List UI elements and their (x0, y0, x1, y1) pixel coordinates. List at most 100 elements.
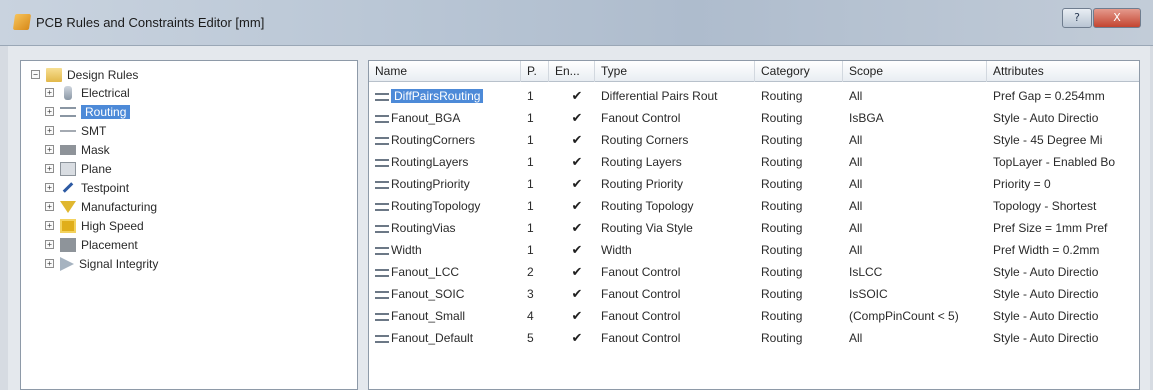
rule-type: Fanout Control (601, 265, 681, 279)
table-row[interactable]: RoutingTopology 1 ✔ Routing Topology Rou… (369, 195, 1139, 217)
table-row[interactable]: Fanout_Small 4 ✔ Fanout Control Routing … (369, 305, 1139, 327)
expand-icon[interactable]: + (45, 107, 54, 116)
rule-name: RoutingPriority (369, 173, 521, 195)
tree-item-routing[interactable]: + Routing (45, 102, 131, 121)
table-row[interactable]: Fanout_Default 5 ✔ Fanout Control Routin… (369, 327, 1139, 349)
electrical-icon (64, 85, 72, 100)
rule-category: Routing (761, 133, 803, 147)
rule-name-text: RoutingLayers (391, 155, 469, 169)
expand-icon[interactable]: + (45, 88, 54, 97)
checkmark-icon: ✔ (571, 309, 583, 324)
checkmark-icon: ✔ (571, 265, 583, 280)
enabled-checkbox[interactable]: ✔ (565, 107, 595, 129)
column-header-type[interactable]: Type (595, 61, 755, 82)
column-header-scope[interactable]: Scope (843, 61, 987, 82)
tree-item-label: SMT (81, 123, 107, 138)
enabled-checkbox[interactable]: ✔ (565, 195, 595, 217)
tree-item-electrical[interactable]: + Electrical (45, 83, 130, 102)
column-header-category[interactable]: Category (755, 61, 843, 82)
table-row[interactable]: Fanout_LCC 2 ✔ Fanout Control Routing Is… (369, 261, 1139, 283)
column-header-attributes[interactable]: Attributes (987, 61, 1139, 82)
expand-icon[interactable]: + (45, 145, 54, 154)
expand-icon[interactable]: + (45, 240, 54, 249)
rule-category: Routing (761, 243, 803, 257)
tree-item-manufacturing[interactable]: + Manufacturing (45, 197, 157, 216)
rule-name: Width (369, 239, 521, 261)
enabled-checkbox[interactable]: ✔ (565, 283, 595, 305)
help-button[interactable]: ? (1062, 8, 1092, 28)
rule-tree[interactable]: − Design Rules + Electrical + Routing + … (20, 60, 358, 390)
rule-icon (375, 268, 389, 277)
rule-name-text: Fanout_BGA (391, 111, 461, 125)
close-button[interactable]: X (1093, 8, 1141, 28)
rule-category: Routing (761, 287, 803, 301)
enabled-checkbox[interactable]: ✔ (565, 85, 595, 107)
table-row[interactable]: Fanout_SOIC 3 ✔ Fanout Control Routing I… (369, 283, 1139, 305)
rule-name: Fanout_Small (369, 305, 521, 327)
rule-scope: All (849, 331, 863, 345)
enabled-checkbox[interactable]: ✔ (565, 173, 595, 195)
enabled-checkbox[interactable]: ✔ (565, 261, 595, 283)
expand-icon[interactable]: + (45, 259, 54, 268)
tree-item-placement[interactable]: + Placement (45, 235, 138, 254)
rule-scope: IsBGA (849, 111, 884, 125)
table-row[interactable]: Width 1 ✔ Width Routing All Pref Width =… (369, 239, 1139, 261)
enabled-checkbox[interactable]: ✔ (565, 129, 595, 151)
rule-scope: All (849, 243, 863, 257)
expand-icon[interactable]: + (45, 202, 54, 211)
rule-name: Fanout_LCC (369, 261, 521, 283)
rule-priority: 1 (527, 199, 534, 213)
rule-category: Routing (761, 221, 803, 235)
expand-icon[interactable]: + (45, 126, 54, 135)
plane-icon (60, 161, 76, 176)
checkmark-icon: ✔ (571, 155, 583, 170)
expand-icon[interactable]: + (45, 221, 54, 230)
checkmark-icon: ✔ (571, 221, 583, 236)
folder-icon (46, 67, 62, 82)
column-header-enabled[interactable]: En... (549, 61, 595, 82)
table-row[interactable]: RoutingLayers 1 ✔ Routing Layers Routing… (369, 151, 1139, 173)
rule-name: RoutingLayers (369, 151, 521, 173)
tree-root[interactable]: − Design Rules (31, 65, 138, 84)
tree-item-high-speed[interactable]: + High Speed (45, 216, 144, 235)
tree-item-testpoint[interactable]: + Testpoint (45, 178, 129, 197)
rule-attributes: Pref Gap = 0.254mm (993, 89, 1105, 103)
rule-attributes: Priority = 0 (993, 177, 1051, 191)
table-row[interactable]: RoutingCorners 1 ✔ Routing Corners Routi… (369, 129, 1139, 151)
rules-grid[interactable]: Name P. En... Type Category Scope Attrib… (368, 60, 1140, 390)
rule-type: Routing Layers (601, 155, 682, 169)
enabled-checkbox[interactable]: ✔ (565, 239, 595, 261)
checkmark-icon: ✔ (571, 243, 583, 258)
rule-priority: 1 (527, 243, 534, 257)
tree-item-signal-integrity[interactable]: + Signal Integrity (45, 254, 158, 273)
table-row[interactable]: DiffPairsRouting 1 ✔ Differential Pairs … (369, 85, 1139, 107)
table-row[interactable]: Fanout_BGA 1 ✔ Fanout Control Routing Is… (369, 107, 1139, 129)
rule-category: Routing (761, 155, 803, 169)
rule-type: Routing Via Style (601, 221, 693, 235)
enabled-checkbox[interactable]: ✔ (565, 305, 595, 327)
tree-item-label: Plane (81, 161, 112, 176)
rule-priority: 1 (527, 177, 534, 191)
enabled-checkbox[interactable]: ✔ (565, 327, 595, 349)
rule-icon (375, 202, 389, 211)
expand-icon[interactable]: + (45, 164, 54, 173)
enabled-checkbox[interactable]: ✔ (565, 217, 595, 239)
table-row[interactable]: RoutingVias 1 ✔ Routing Via Style Routin… (369, 217, 1139, 239)
table-row[interactable]: RoutingPriority 1 ✔ Routing Priority Rou… (369, 173, 1139, 195)
rule-icon (375, 224, 389, 233)
tree-item-label: Mask (81, 142, 110, 157)
enabled-checkbox[interactable]: ✔ (565, 151, 595, 173)
tree-item-mask[interactable]: + Mask (45, 140, 110, 159)
rule-scope: All (849, 89, 863, 103)
collapse-icon[interactable]: − (31, 70, 40, 79)
rule-priority: 4 (527, 309, 534, 323)
rule-name-text: RoutingTopology (391, 199, 481, 213)
tree-item-plane[interactable]: + Plane (45, 159, 112, 178)
signal-integrity-icon (60, 256, 74, 271)
high-speed-icon (60, 218, 76, 233)
expand-icon[interactable]: + (45, 183, 54, 192)
column-header-name[interactable]: Name (369, 61, 521, 82)
rule-name-text: Fanout_LCC (391, 265, 460, 279)
tree-item-smt[interactable]: + SMT (45, 121, 106, 140)
column-header-priority[interactable]: P. (521, 61, 549, 82)
